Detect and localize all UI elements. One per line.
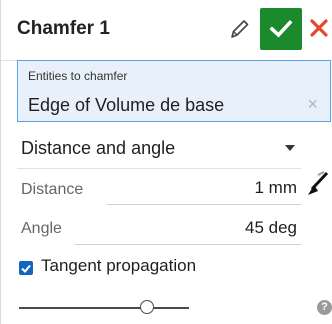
measurement-type-value: Distance and angle (21, 138, 176, 158)
slider-thumb[interactable] (139, 300, 154, 314)
slider-track[interactable] (19, 307, 189, 309)
tangent-propagation-label[interactable]: Tangent propagation (41, 256, 196, 276)
checkmark-icon (21, 264, 31, 273)
dialog-header: Chamfer 1 (1, 0, 332, 61)
distance-label: Distance (21, 181, 84, 198)
distance-value[interactable]: 1 mm (255, 178, 298, 198)
measurement-type-select[interactable]: Distance and angle (17, 130, 301, 169)
flip-direction-icon[interactable] (305, 170, 331, 200)
accept-button[interactable] (260, 8, 302, 50)
distance-field[interactable]: 1 mm (107, 174, 301, 205)
entities-selection-box[interactable]: Entities to chamfer Edge of Volume de ba… (17, 60, 331, 122)
angle-value[interactable]: 45 deg (245, 218, 297, 238)
pencil-icon[interactable] (227, 16, 251, 42)
help-icon[interactable]: ? (317, 300, 332, 315)
angle-label: Angle (21, 220, 62, 237)
angle-field[interactable]: 45 deg (75, 214, 301, 245)
check-icon (269, 19, 293, 38)
feature-title[interactable]: Chamfer 1 (17, 18, 110, 40)
selected-entity[interactable]: Edge of Volume de base (28, 95, 224, 116)
chamfer-feature-dialog: Chamfer 1 Entities to chamfer Edge of Vo… (0, 0, 332, 324)
close-icon[interactable] (307, 16, 331, 40)
caret-down-icon (285, 145, 295, 151)
tangent-propagation-checkbox[interactable] (19, 261, 33, 275)
clear-entity-icon[interactable]: × (307, 94, 318, 115)
entities-label: Entities to chamfer (28, 69, 128, 83)
